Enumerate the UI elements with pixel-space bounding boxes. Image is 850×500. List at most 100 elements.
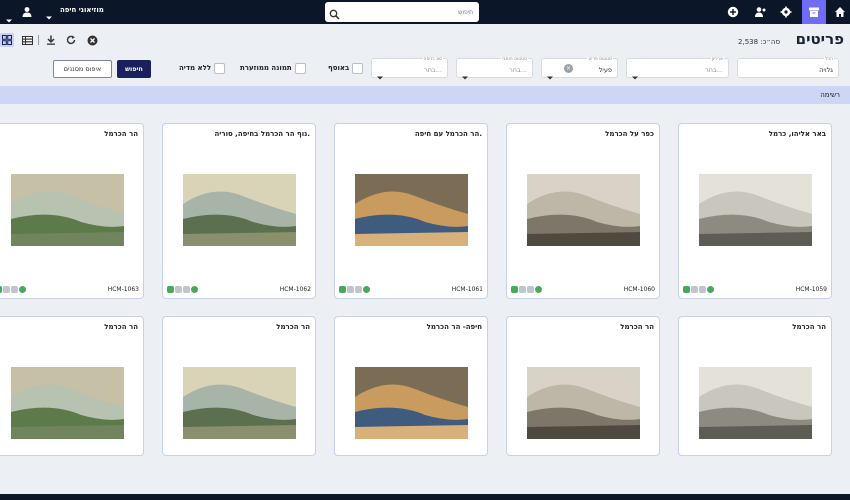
- item-status-icons: [683, 286, 714, 293]
- featured-image-label: תמונה ממוזערת: [240, 64, 292, 72]
- item-thumbnail[interactable]: [11, 367, 124, 439]
- search-button[interactable]: חיפוש: [117, 60, 151, 78]
- item-card[interactable]: הר הכרמל HCM-1063: [0, 123, 144, 299]
- reset-filters-button[interactable]: איפוס מסננים: [53, 60, 112, 78]
- organization-selector[interactable]: מוזיאוני חיפה: [60, 6, 104, 14]
- search-input[interactable]: [347, 4, 473, 20]
- item-card-id: HCM-1061: [451, 286, 483, 293]
- public-status-filter[interactable]: סטטוס פומבי בחר...: [456, 57, 533, 80]
- refresh-icon[interactable]: [64, 33, 78, 47]
- in-collection-checkbox[interactable]: באוסף: [328, 62, 364, 74]
- shield-icon: [691, 286, 698, 293]
- document-icon: [683, 286, 690, 293]
- item-thumbnail[interactable]: [355, 367, 468, 439]
- item-card[interactable]: חיפה- הר הכרמל: [334, 316, 488, 456]
- item-card-id: HCM-1059: [795, 286, 827, 293]
- item-card[interactable]: באר אליהו, כרמל HCM-1059: [678, 123, 832, 299]
- user-menu-caret-icon[interactable]: [6, 9, 12, 28]
- shield-icon: [347, 286, 354, 293]
- item-thumbnail[interactable]: [699, 174, 812, 246]
- home-icon[interactable]: [831, 3, 849, 21]
- item-thumbnail[interactable]: [183, 367, 296, 439]
- item-card[interactable]: הר הכרמל עם חיפה. HCM-1061: [334, 123, 488, 299]
- archive-box-icon[interactable]: [805, 3, 823, 21]
- collection-filter[interactable]: הכל גלויה: [737, 57, 839, 78]
- item-status-icons: [167, 286, 198, 293]
- document-icon: [511, 286, 518, 293]
- chevron-down-icon: [462, 66, 468, 85]
- chevron-down-icon: [547, 66, 553, 85]
- item-thumbnail[interactable]: [699, 367, 812, 439]
- search-icon: [329, 5, 340, 24]
- item-card-title: נוף הר הכרמל בחיפה, סוריה.: [214, 130, 311, 138]
- item-card[interactable]: כפר על הכרמל HCM-1060: [506, 123, 660, 299]
- featured-image-checkbox[interactable]: תמונה ממוזערת: [240, 62, 306, 74]
- no-media-checkbox[interactable]: ללא מדיה: [179, 62, 226, 74]
- item-thumbnail[interactable]: [11, 174, 124, 246]
- page-title: פריטים: [795, 30, 844, 48]
- gear-icon[interactable]: [777, 3, 795, 21]
- org-dropdown-caret-icon[interactable]: [46, 6, 52, 25]
- item-status-filter[interactable]: סטטוס פריט פעיל ×: [541, 57, 618, 80]
- check-circle-icon: [363, 286, 370, 293]
- item-card[interactable]: נוף הר הכרמל בחיפה, סוריה. HCM-1062: [162, 123, 316, 299]
- item-card-title: באר אליהו, כרמל: [768, 130, 826, 138]
- item-card-title: הר הכרמל: [620, 323, 654, 331]
- item-status-icons: [0, 286, 26, 293]
- shield-icon: [3, 286, 10, 293]
- item-thumbnail[interactable]: [527, 367, 640, 439]
- item-thumbnail[interactable]: [183, 174, 296, 246]
- archive-filter-value: בחר...: [705, 66, 723, 74]
- archive-icon: [11, 286, 18, 293]
- document-icon: [339, 286, 346, 293]
- clear-circle-icon[interactable]: [85, 33, 99, 47]
- item-status-filter-value: פעיל: [598, 66, 612, 74]
- archive-icon: [183, 286, 190, 293]
- public-status-filter-label: סטטוס פומבי: [500, 57, 528, 62]
- archive-filter-label: ארכיון: [710, 57, 724, 62]
- item-thumbnail[interactable]: [527, 174, 640, 246]
- add-circle-icon[interactable]: [724, 3, 742, 21]
- collection-filter-label: הכל: [824, 57, 834, 62]
- item-card[interactable]: הר הכרמל: [162, 316, 316, 456]
- item-status-icons: [339, 286, 370, 293]
- grid-view-button[interactable]: [0, 33, 14, 47]
- user-icon[interactable]: [18, 3, 36, 21]
- check-circle-icon: [535, 286, 542, 293]
- item-card-id: HCM-1062: [279, 286, 311, 293]
- archive-filter[interactable]: ארכיון בחר...: [626, 57, 729, 80]
- item-card[interactable]: הר הכרמל: [678, 316, 832, 456]
- item-card[interactable]: הר הכרמל: [0, 316, 144, 456]
- item-thumbnail[interactable]: [355, 174, 468, 246]
- item-card-id: HCM-1060: [623, 286, 655, 293]
- entry-type-filter-label: סוג כניסה: [422, 57, 443, 62]
- checkbox-box[interactable]: [352, 62, 364, 74]
- entry-type-filter[interactable]: סוג כניסה בחר...: [371, 57, 448, 80]
- no-media-label: ללא מדיה: [179, 64, 212, 72]
- table-view-button[interactable]: [20, 33, 34, 47]
- public-status-filter-value: בחר...: [509, 66, 527, 74]
- item-status-filter-label: סטטוס פריט: [587, 57, 613, 62]
- item-card-title: הר הכרמל עם חיפה.: [414, 130, 482, 138]
- entry-type-filter-value: בחר...: [424, 66, 442, 74]
- search-box[interactable]: [325, 2, 479, 22]
- clear-selection-icon[interactable]: ×: [564, 64, 573, 73]
- in-collection-label: באוסף: [328, 64, 350, 72]
- list-header-bar: רשימה: [0, 86, 850, 104]
- document-icon: [167, 286, 174, 293]
- chevron-down-icon: [377, 66, 383, 85]
- item-card-title: הר הכרמל: [276, 323, 310, 331]
- archive-icon: [699, 286, 706, 293]
- chevron-down-icon: [632, 66, 638, 85]
- checkbox-box[interactable]: [294, 62, 306, 74]
- list-label: רשימה: [820, 91, 840, 99]
- download-icon[interactable]: [44, 33, 58, 47]
- manage-users-icon[interactable]: [751, 3, 769, 21]
- item-status-icons: [511, 286, 542, 293]
- shield-icon: [175, 286, 182, 293]
- item-card[interactable]: הר הכרמל: [506, 316, 660, 456]
- item-card-title: כפר על הכרמל: [605, 130, 654, 138]
- checkbox-box[interactable]: [214, 62, 226, 74]
- item-card-title: הר הכרמל: [792, 323, 826, 331]
- item-card-title: חיפה- הר הכרמל: [426, 323, 482, 331]
